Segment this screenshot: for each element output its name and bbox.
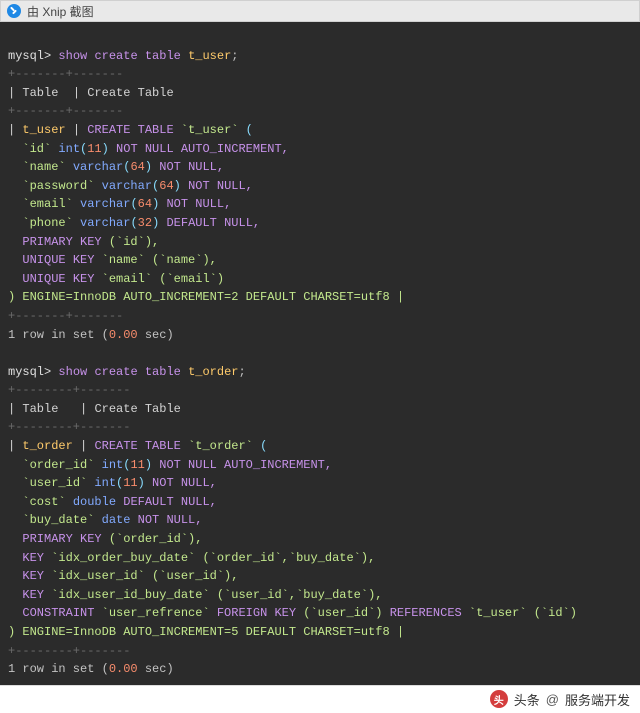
cmd2-target: t_order <box>188 365 238 379</box>
col-cost: `cost` <box>22 495 65 509</box>
kw-create-table: CREATE TABLE <box>87 123 173 137</box>
result-row: 1 row in set (0.00 sec) <box>8 328 174 342</box>
hdr-create: Create Table <box>87 86 173 100</box>
kw-show: show <box>58 49 87 63</box>
col-tail: NOT NULL, <box>159 160 224 174</box>
type-vc: varchar <box>73 160 123 174</box>
sep-line: +--------+------- <box>8 420 130 434</box>
col-tail: NOT NULL AUTO_INCREMENT, <box>116 142 289 156</box>
col-password: `password` <box>22 179 94 193</box>
tuser-name: t_user <box>22 123 65 137</box>
sep-line: +-------+------- <box>8 104 123 118</box>
result-row: 1 row in set (0.00 sec) <box>8 662 174 676</box>
col-phone: `phone` <box>22 216 72 230</box>
engine-line: ) ENGINE=InnoDB AUTO_INCREMENT=5 DEFAULT… <box>8 625 404 639</box>
arg-11: 11 <box>87 142 101 156</box>
hdr-pipe: | <box>8 86 15 100</box>
window-title: 由 Xnip 截图 <box>27 3 94 20</box>
sep-line: +-------+------- <box>8 67 123 81</box>
hdr-pipe: | <box>73 86 80 100</box>
col-id: `id` <box>22 142 51 156</box>
engine-line: ) ENGINE=InnoDB AUTO_INCREMENT=2 DEFAULT… <box>8 290 404 304</box>
uk-kw: UNIQUE KEY <box>22 272 94 286</box>
kw-table: table <box>145 49 181 63</box>
col-user-id: `user_id` <box>22 476 87 490</box>
torder-name: t_order <box>22 439 72 453</box>
window-titlebar: 由 Xnip 截图 <box>0 0 640 22</box>
paren-open: ( <box>246 123 253 137</box>
pk-cols: (`id`), <box>109 235 159 249</box>
pk-kw: PRIMARY KEY <box>22 235 101 249</box>
xnip-logo-icon <box>7 4 21 18</box>
col-buy-date: `buy_date` <box>22 513 94 527</box>
terminal-output: mysql> show create table t_user; +------… <box>0 22 640 685</box>
hdr-table: Table <box>22 86 58 100</box>
footer-author: 服务端开发 <box>565 690 630 709</box>
tbl-bt: `t_user` <box>181 123 239 137</box>
semicolon: ; <box>231 49 238 63</box>
row-pipe: | <box>8 123 15 137</box>
kw-create: create <box>94 49 137 63</box>
footer-prefix: 头条 <box>514 690 540 709</box>
sep-line: +-------+------- <box>8 309 123 323</box>
mysql-prompt: mysql> <box>8 365 51 379</box>
col-order-id: `order_id` <box>22 458 94 472</box>
arg-64: 64 <box>130 160 144 174</box>
attribution-footer: 头 头条 @ 服务端开发 <box>0 685 640 713</box>
type-int: int <box>58 142 80 156</box>
at-symbol: @ <box>546 692 559 707</box>
row-pipe: | <box>73 123 80 137</box>
sep-line: +--------+------- <box>8 644 130 658</box>
col-name: `name` <box>22 160 65 174</box>
mysql-prompt: mysql> <box>8 49 51 63</box>
col-email: `email` <box>22 197 72 211</box>
toutiao-logo-icon: 头 <box>490 690 508 708</box>
uk-kw: UNIQUE KEY <box>22 253 94 267</box>
cmd1-target: t_user <box>188 49 231 63</box>
sep-line: +--------+------- <box>8 383 130 397</box>
